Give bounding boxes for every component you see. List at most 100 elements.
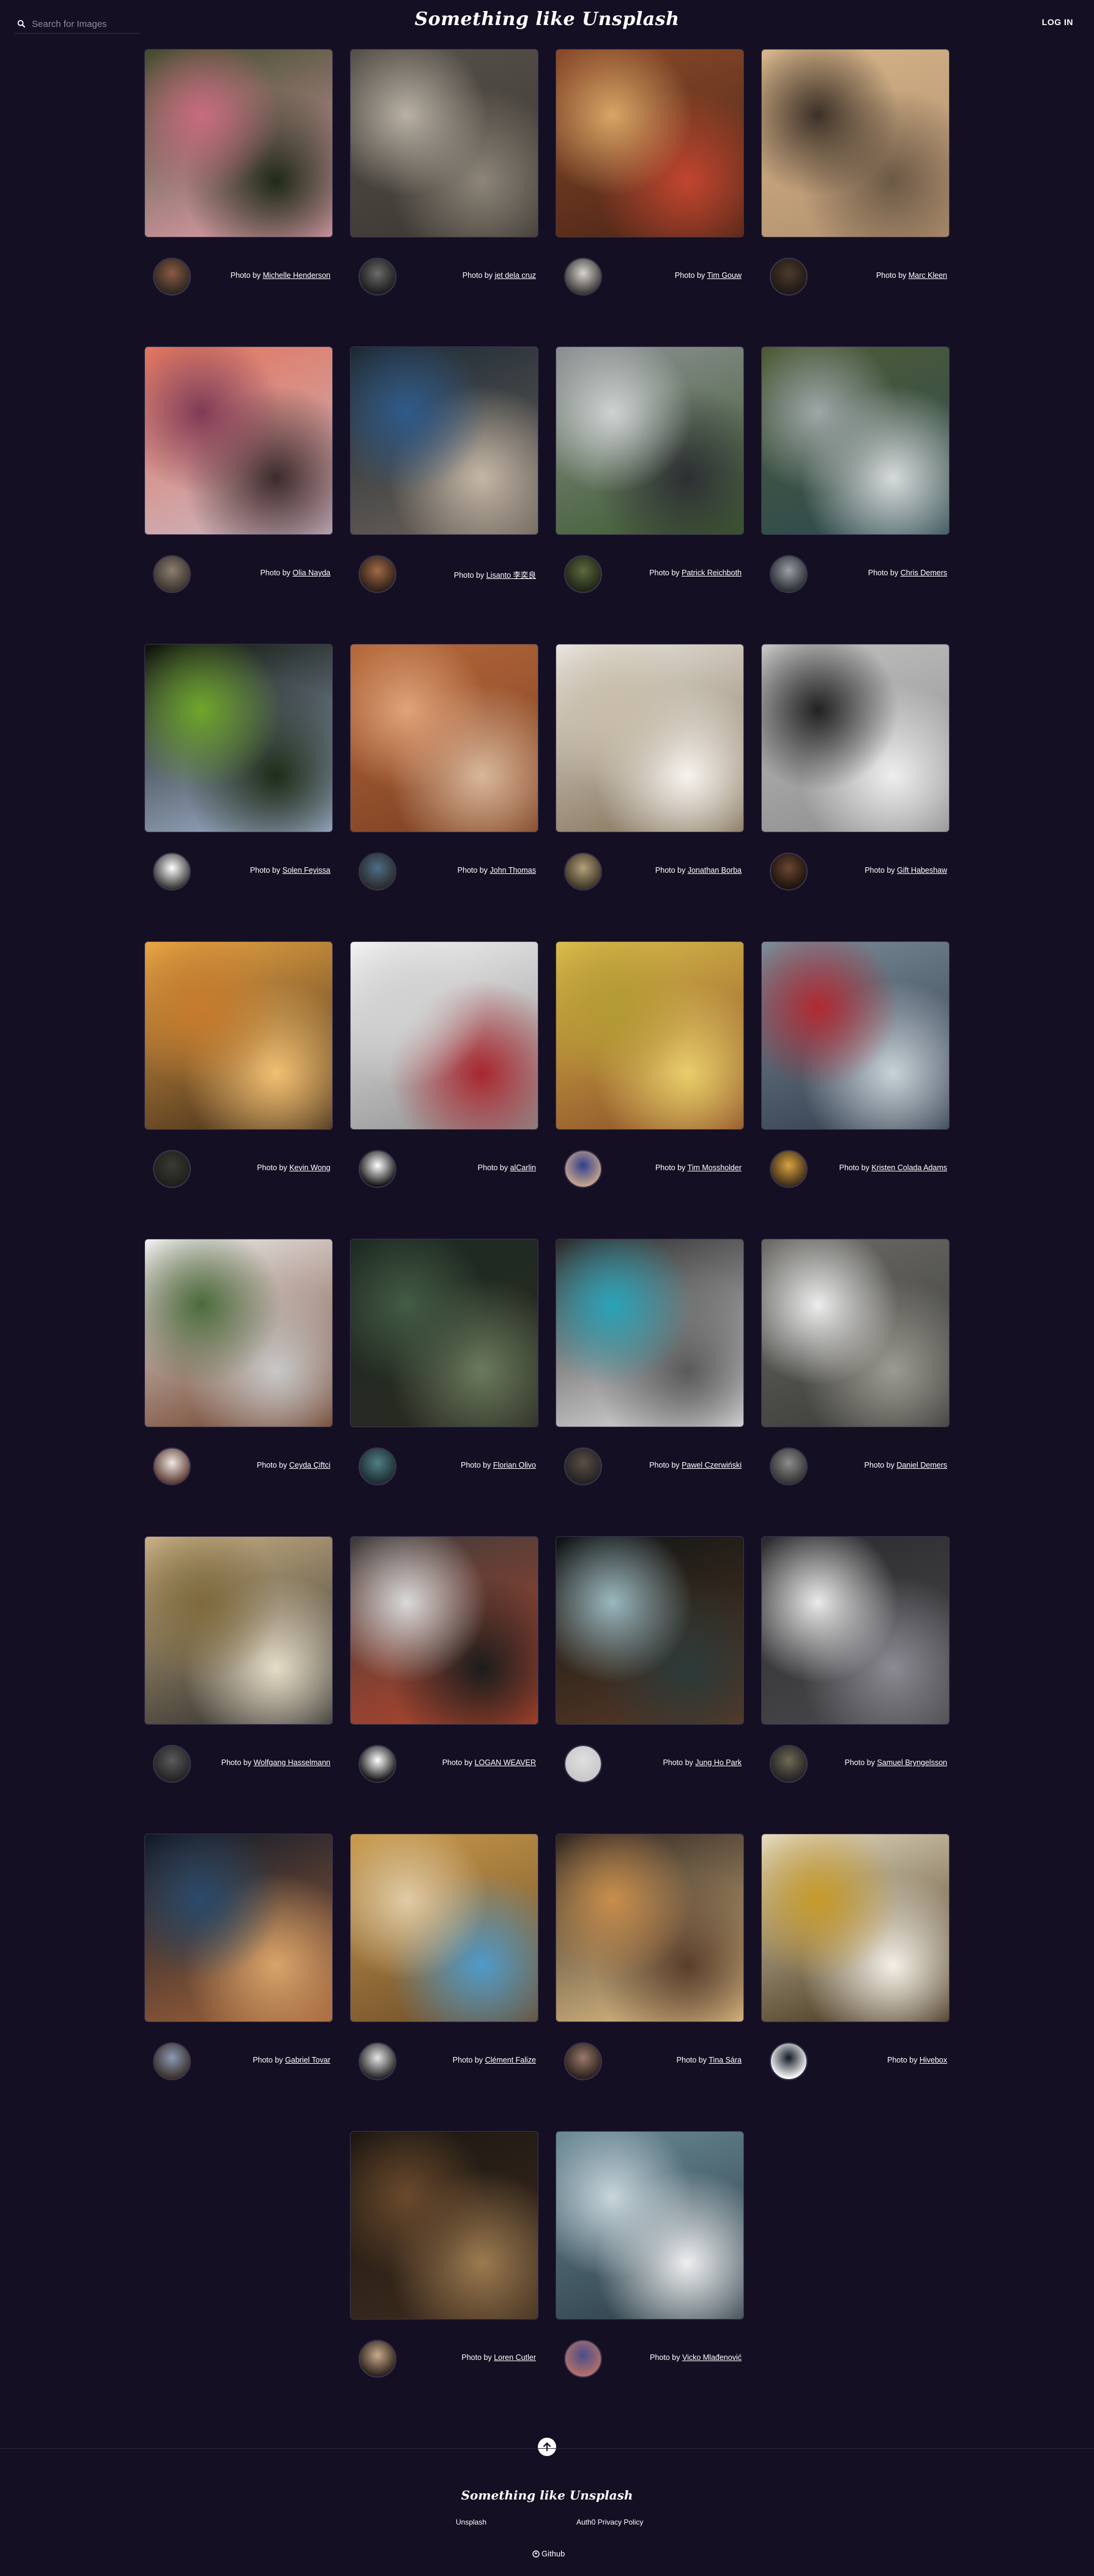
photo-image[interactable] [144, 1536, 333, 1725]
author-avatar[interactable] [564, 853, 602, 890]
photo-image[interactable] [556, 941, 744, 1130]
author-avatar[interactable] [153, 555, 191, 593]
author-link[interactable]: Samuel Bryngelsson [877, 1758, 947, 1767]
author-link[interactable]: Tim Mossholder [688, 1163, 742, 1172]
author-link[interactable]: Tina Sára [709, 2056, 742, 2064]
credit-prefix: Photo by [257, 1163, 289, 1172]
author-link[interactable]: Gabriel Tovar [285, 2056, 330, 2064]
photo-image[interactable] [350, 1239, 538, 1427]
photo-image[interactable] [556, 1834, 744, 2022]
author-link[interactable]: alCarlin [510, 1163, 536, 1172]
author-link[interactable]: Kristen Colada Adams [871, 1163, 947, 1172]
photo-image[interactable] [761, 941, 950, 1130]
photo-image[interactable] [761, 346, 950, 535]
author-link[interactable]: Jung Ho Park [695, 1758, 742, 1767]
author-link[interactable]: LOGAN WEAVER [475, 1758, 536, 1767]
author-avatar[interactable] [359, 1745, 396, 1783]
github-link[interactable]: Github [532, 2549, 565, 2558]
author-link[interactable]: Olia Nayda [292, 569, 330, 577]
footer-link-unsplash[interactable]: Unsplash [456, 2518, 486, 2526]
photo-image[interactable] [761, 1536, 950, 1725]
photo-image[interactable] [556, 2131, 744, 2320]
photo-image[interactable] [556, 644, 744, 832]
author-avatar[interactable] [359, 2042, 396, 2080]
photo-image[interactable] [761, 1239, 950, 1427]
author-link[interactable]: Hivebox [920, 2056, 947, 2064]
author-avatar[interactable] [564, 1745, 602, 1783]
photo-credit: Photo by alCarlin [478, 1163, 536, 1172]
author-link[interactable]: Vicko Mlađenović [682, 2353, 742, 2362]
credit-prefix: Photo by [452, 2056, 485, 2064]
author-link[interactable]: John Thomas [489, 866, 536, 875]
photo-image[interactable] [350, 49, 538, 237]
author-link[interactable]: Jonathan Borba [688, 866, 742, 875]
author-avatar[interactable] [153, 853, 191, 890]
author-avatar[interactable] [770, 1745, 808, 1783]
author-avatar[interactable] [153, 258, 191, 296]
photo-image[interactable] [144, 346, 333, 535]
author-avatar[interactable] [770, 2042, 808, 2080]
author-avatar[interactable] [153, 1447, 191, 1485]
author-avatar[interactable] [359, 1447, 396, 1485]
photo-image[interactable] [350, 941, 538, 1130]
author-avatar[interactable] [770, 1150, 808, 1188]
author-avatar[interactable] [359, 555, 396, 593]
author-avatar[interactable] [770, 1447, 808, 1485]
author-link[interactable]: jet dela cruz [495, 271, 536, 280]
photo-image[interactable] [144, 644, 333, 832]
author-link[interactable]: Marc Kleen [909, 271, 947, 280]
author-avatar[interactable] [153, 1745, 191, 1783]
author-avatar[interactable] [359, 853, 396, 890]
author-link[interactable]: Patrick Reichboth [682, 569, 742, 577]
author-avatar[interactable] [564, 555, 602, 593]
author-avatar[interactable] [359, 1150, 396, 1188]
photo-placeholder [762, 644, 949, 832]
author-link[interactable]: Tim Gouw [707, 271, 742, 280]
author-avatar[interactable] [564, 2042, 602, 2080]
photo-image[interactable] [556, 1536, 744, 1725]
credit-prefix: Photo by [674, 271, 707, 280]
author-avatar[interactable] [770, 258, 808, 296]
author-link[interactable]: Chris Demers [901, 569, 947, 577]
author-avatar[interactable] [770, 555, 808, 593]
author-avatar[interactable] [564, 258, 602, 296]
author-link[interactable]: Gift Habeshaw [897, 866, 947, 875]
photo-credit: Photo by Ceyda Çiftci [257, 1461, 330, 1469]
photo-image[interactable] [556, 49, 744, 237]
author-avatar[interactable] [359, 2340, 396, 2378]
photo-image[interactable] [350, 1834, 538, 2022]
photo-image[interactable] [144, 941, 333, 1130]
footer-link-privacy-policy[interactable]: Auth0 Privacy Policy [576, 2518, 643, 2526]
photo-image[interactable] [761, 49, 950, 237]
photo-image[interactable] [144, 1834, 333, 2022]
author-avatar[interactable] [359, 258, 396, 296]
author-link[interactable]: Daniel Demers [896, 1461, 947, 1469]
author-avatar[interactable] [564, 2340, 602, 2378]
photo-image[interactable] [761, 644, 950, 832]
author-link[interactable]: Kevin Wong [289, 1163, 330, 1172]
author-avatar[interactable] [564, 1447, 602, 1485]
author-link[interactable]: Pawel Czerwiński [682, 1461, 742, 1469]
author-link[interactable]: Michelle Henderson [263, 271, 330, 280]
author-link[interactable]: Wolfgang Hasselmann [253, 1758, 330, 1767]
author-link[interactable]: Solen Feyissa [282, 866, 330, 875]
photo-image[interactable] [350, 1536, 538, 1725]
photo-image[interactable] [350, 644, 538, 832]
photo-image[interactable] [350, 2131, 538, 2320]
author-link[interactable]: Ceyda Çiftci [289, 1461, 330, 1469]
photo-image[interactable] [761, 1834, 950, 2022]
photo-image[interactable] [144, 49, 333, 237]
author-link[interactable]: Lisanto 李奕良 [486, 571, 536, 580]
author-avatar[interactable] [770, 853, 808, 890]
author-avatar[interactable] [153, 2042, 191, 2080]
author-link[interactable]: Loren Cutler [494, 2353, 536, 2362]
author-avatar[interactable] [153, 1150, 191, 1188]
photo-image[interactable] [556, 346, 744, 535]
author-link[interactable]: Clément Falize [485, 2056, 536, 2064]
photo-image[interactable] [350, 346, 538, 535]
photo-image[interactable] [144, 1239, 333, 1427]
photo-card: Photo by Vicko Mlađenović [556, 2131, 744, 2388]
author-avatar[interactable] [564, 1150, 602, 1188]
photo-image[interactable] [556, 1239, 744, 1427]
author-link[interactable]: Florian Olivo [493, 1461, 536, 1469]
